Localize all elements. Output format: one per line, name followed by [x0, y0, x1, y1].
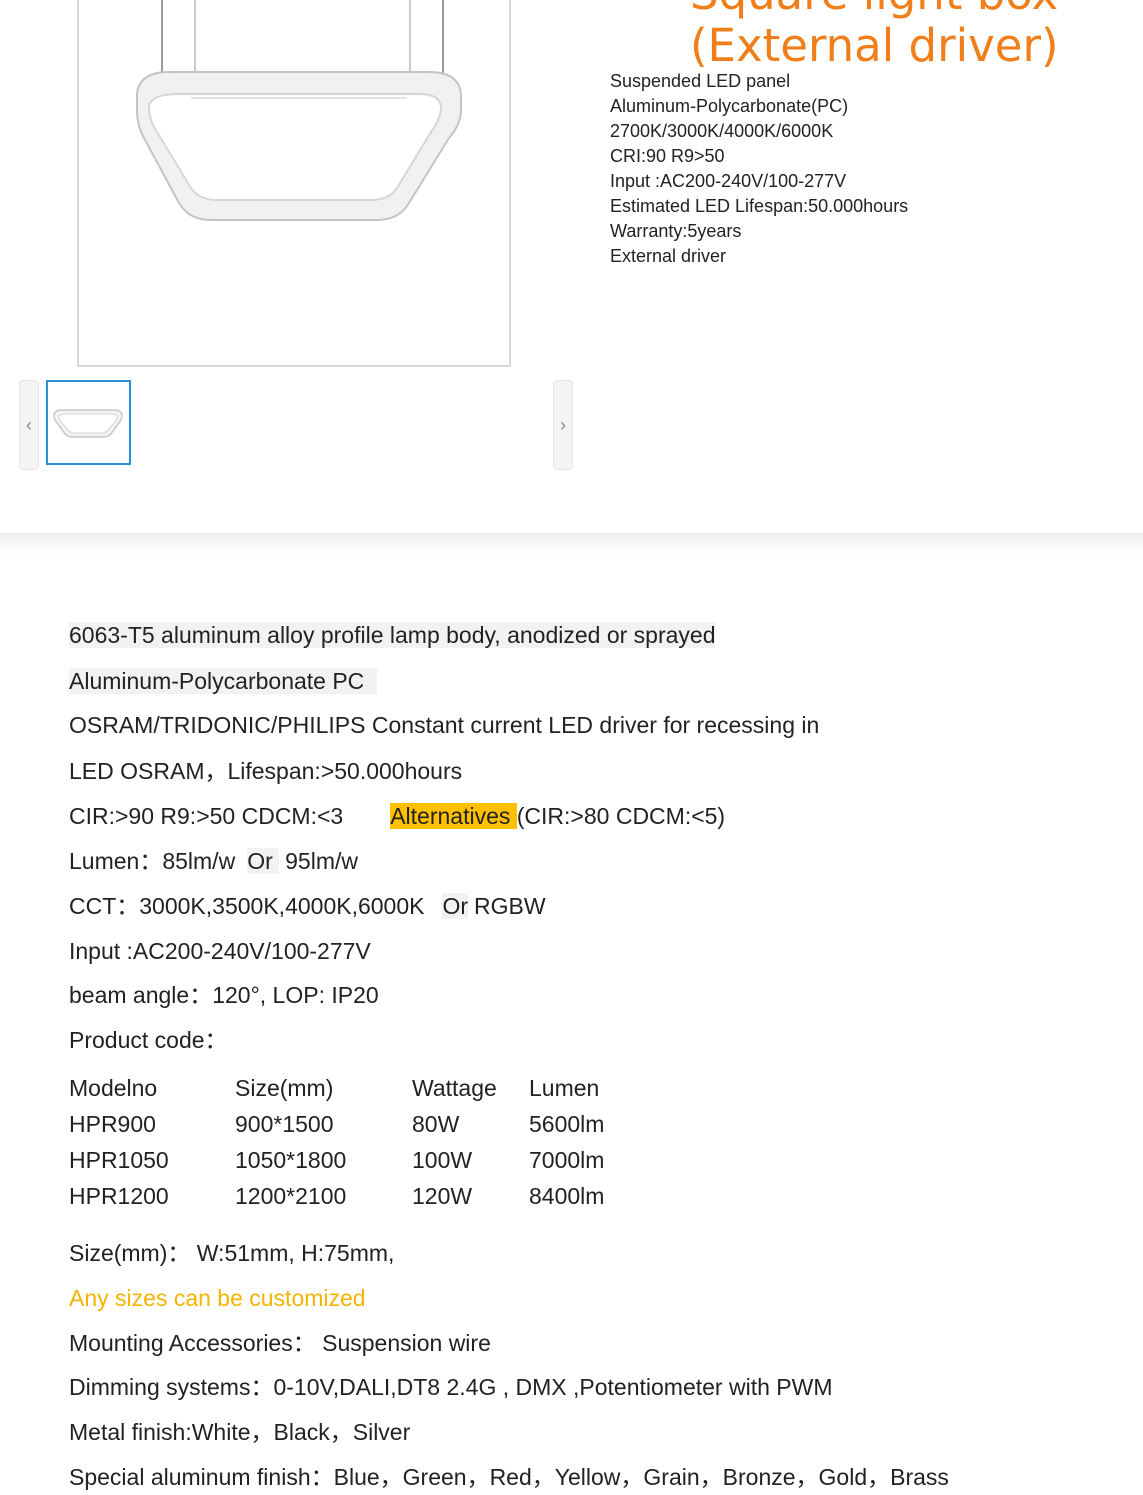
table-cell: 100W — [412, 1147, 473, 1173]
spec-item: Warranty:5years — [610, 221, 742, 241]
cct-or: Or — [442, 893, 469, 919]
desc-size-line: Size(mm)： W:51mm, H:75mm, — [69, 1240, 395, 1266]
spec-item: Estimated LED Lifespan:50.000hours — [610, 196, 909, 216]
table-cell: 80W — [412, 1111, 460, 1137]
table-row: HPR1200 1200*2100 120W 8400lm — [69, 1178, 649, 1214]
thumbnail-image — [53, 409, 123, 438]
product-main-image[interactable] — [77, 0, 511, 367]
alternatives-highlight: Alternatives — [390, 803, 511, 829]
lumen-or: Or — [247, 848, 273, 874]
desc-cct-line: CCT：3000K,3500K,4000K,6000K Or RGBW — [69, 891, 546, 921]
table-header: Size(mm) — [235, 1075, 334, 1101]
gallery-next-button[interactable]: › — [553, 380, 573, 470]
desc-special-line: Special aluminum finish：Blue，Green，Red，Y… — [69, 1464, 949, 1490]
table-cell: 8400lm — [529, 1183, 605, 1209]
desc-custom-line: Any sizes can be customized — [69, 1285, 366, 1311]
desc-metal-line: Metal finish:White，Black，Silver — [69, 1419, 411, 1445]
product-spec-list: Suspended LED panel Aluminum-Polycarbona… — [610, 69, 908, 269]
spec-item: Input :AC200-240V/100-277V — [610, 171, 847, 191]
product-header: ‹ › Square light box (External driver) S… — [0, 0, 1143, 533]
table-cell: 7000lm — [529, 1147, 605, 1173]
desc-body-line: 6063-T5 aluminum alloy profile lamp body… — [69, 620, 716, 650]
cri-alt-values: (CIR:>80 CDCM:<5) — [516, 803, 726, 829]
spec-item: Aluminum-Polycarbonate(PC) — [610, 96, 849, 116]
desc-input-line: Input :AC200-240V/100-277V — [69, 938, 371, 964]
table-cell: HPR1050 — [69, 1147, 169, 1173]
desc-mounting-line: Mounting Accessories： Suspension wire — [69, 1330, 491, 1356]
desc-material-line: Aluminum-Polycarbonate PC — [69, 666, 378, 696]
product-title: Square light box (External driver) — [690, 0, 1130, 72]
desc-product-code-label: Product code： — [69, 1027, 228, 1053]
spec-item: External driver — [610, 246, 727, 266]
table-cell: 5600lm — [529, 1111, 605, 1137]
desc-driver-line: OSRAM/TRIDONIC/PHILIPS Constant current … — [69, 712, 820, 738]
product-title-line-1: Square light box — [690, 0, 1130, 20]
section-divider — [0, 533, 1143, 557]
cri-main-text: CIR:>90 R9:>50 CDCM:<3 — [69, 803, 344, 829]
desc-lumen-line: Lumen：85lm/w Or 95lm/w — [69, 846, 358, 876]
table-cell: HPR1200 — [69, 1183, 169, 1209]
desc-dimming-line: Dimming systems：0-10V,DALI,DT8 2.4G , DM… — [69, 1374, 833, 1400]
table-row: HPR900 900*1500 80W 5600lm — [69, 1106, 649, 1142]
cct-a: CCT：3000K,3500K,4000K,6000K — [69, 893, 425, 919]
spec-item: Suspended LED panel — [610, 71, 791, 91]
desc-material-text: Aluminum-Polycarbonate PC — [69, 668, 365, 694]
table-header-row: Modelno Size(mm) Wattage Lumen — [69, 1070, 649, 1106]
desc-body-text: 6063-T5 aluminum alloy profile lamp body… — [69, 622, 716, 648]
square-light-box-image — [136, 0, 462, 221]
product-title-line-2: (External driver) — [690, 19, 1059, 72]
chevron-left-icon: ‹ — [26, 414, 32, 435]
table-cell: 900*1500 — [235, 1111, 334, 1137]
table-cell: 1200*2100 — [235, 1183, 347, 1209]
table-cell: 1050*1800 — [235, 1147, 347, 1173]
table-header: Modelno — [69, 1075, 158, 1101]
gallery-prev-button[interactable]: ‹ — [19, 380, 39, 470]
lumen-a: Lumen：85lm/w — [69, 848, 236, 874]
desc-beam-line: beam angle：120°, LOP: IP20 — [69, 982, 379, 1008]
table-cell: HPR900 — [69, 1111, 156, 1137]
table-row: HPR1050 1050*1800 100W 7000lm — [69, 1142, 649, 1178]
desc-cri-line: CIR:>90 R9:>50 CDCM:<3 Alternatives (CIR:… — [69, 801, 725, 831]
spec-item: CRI:90 R9>50 — [610, 146, 725, 166]
chevron-right-icon: › — [560, 414, 566, 435]
desc-led-line: LED OSRAM，Lifespan:>50.000hours — [69, 758, 463, 784]
table-header: Lumen — [529, 1075, 600, 1101]
spec-item: 2700K/3000K/4000K/6000K — [610, 121, 834, 141]
lumen-b: 95lm/w — [285, 848, 358, 874]
table-header: Wattage — [412, 1075, 497, 1101]
gallery-thumbnail[interactable] — [46, 380, 131, 465]
cct-b: RGBW — [474, 893, 546, 919]
product-code-table: Modelno Size(mm) Wattage Lumen HPR900 90… — [69, 1070, 649, 1214]
table-cell: 120W — [412, 1183, 473, 1209]
